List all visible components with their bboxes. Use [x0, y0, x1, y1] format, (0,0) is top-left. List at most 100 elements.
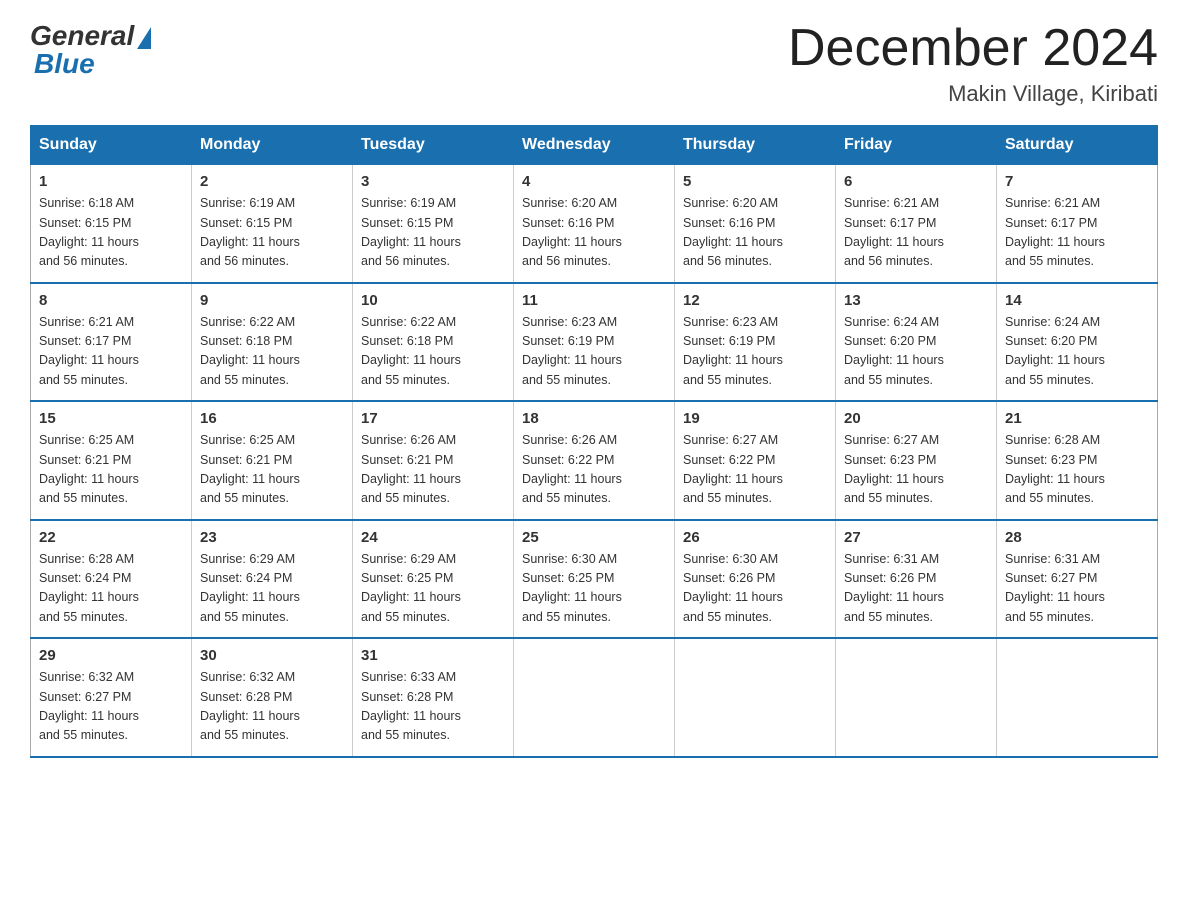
calendar-week-row: 22 Sunrise: 6:28 AM Sunset: 6:24 PM Dayl… [31, 520, 1158, 639]
day-number: 4 [522, 173, 666, 190]
page-header: General Blue December 2024 Makin Village… [30, 20, 1158, 107]
table-row: 16 Sunrise: 6:25 AM Sunset: 6:21 PM Dayl… [192, 401, 353, 520]
day-number: 21 [1005, 410, 1149, 427]
col-friday: Friday [836, 126, 997, 165]
day-info: Sunrise: 6:19 AM Sunset: 6:15 PM Dayligh… [200, 194, 344, 272]
day-info: Sunrise: 6:33 AM Sunset: 6:28 PM Dayligh… [361, 668, 505, 746]
day-number: 27 [844, 529, 988, 546]
table-row: 25 Sunrise: 6:30 AM Sunset: 6:25 PM Dayl… [514, 520, 675, 639]
day-info: Sunrise: 6:24 AM Sunset: 6:20 PM Dayligh… [1005, 313, 1149, 391]
day-number: 9 [200, 292, 344, 309]
table-row: 11 Sunrise: 6:23 AM Sunset: 6:19 PM Dayl… [514, 283, 675, 402]
day-number: 28 [1005, 529, 1149, 546]
month-title: December 2024 [788, 20, 1158, 77]
day-number: 24 [361, 529, 505, 546]
day-number: 26 [683, 529, 827, 546]
col-saturday: Saturday [997, 126, 1158, 165]
day-info: Sunrise: 6:28 AM Sunset: 6:23 PM Dayligh… [1005, 431, 1149, 509]
table-row: 26 Sunrise: 6:30 AM Sunset: 6:26 PM Dayl… [675, 520, 836, 639]
day-number: 8 [39, 292, 183, 309]
table-row: 21 Sunrise: 6:28 AM Sunset: 6:23 PM Dayl… [997, 401, 1158, 520]
day-number: 31 [361, 647, 505, 664]
table-row [675, 638, 836, 757]
day-number: 3 [361, 173, 505, 190]
day-number: 2 [200, 173, 344, 190]
table-row: 20 Sunrise: 6:27 AM Sunset: 6:23 PM Dayl… [836, 401, 997, 520]
table-row: 7 Sunrise: 6:21 AM Sunset: 6:17 PM Dayli… [997, 165, 1158, 283]
day-info: Sunrise: 6:29 AM Sunset: 6:25 PM Dayligh… [361, 550, 505, 628]
day-number: 1 [39, 173, 183, 190]
day-info: Sunrise: 6:21 AM Sunset: 6:17 PM Dayligh… [1005, 194, 1149, 272]
calendar-week-row: 1 Sunrise: 6:18 AM Sunset: 6:15 PM Dayli… [31, 165, 1158, 283]
table-row [836, 638, 997, 757]
day-info: Sunrise: 6:29 AM Sunset: 6:24 PM Dayligh… [200, 550, 344, 628]
calendar-header-row: Sunday Monday Tuesday Wednesday Thursday… [31, 126, 1158, 165]
table-row: 4 Sunrise: 6:20 AM Sunset: 6:16 PM Dayli… [514, 165, 675, 283]
location-title: Makin Village, Kiribati [788, 81, 1158, 107]
day-info: Sunrise: 6:31 AM Sunset: 6:26 PM Dayligh… [844, 550, 988, 628]
col-tuesday: Tuesday [353, 126, 514, 165]
day-number: 20 [844, 410, 988, 427]
day-number: 18 [522, 410, 666, 427]
table-row: 17 Sunrise: 6:26 AM Sunset: 6:21 PM Dayl… [353, 401, 514, 520]
table-row: 28 Sunrise: 6:31 AM Sunset: 6:27 PM Dayl… [997, 520, 1158, 639]
day-number: 17 [361, 410, 505, 427]
col-monday: Monday [192, 126, 353, 165]
table-row: 24 Sunrise: 6:29 AM Sunset: 6:25 PM Dayl… [353, 520, 514, 639]
table-row [514, 638, 675, 757]
day-number: 30 [200, 647, 344, 664]
day-number: 12 [683, 292, 827, 309]
day-number: 6 [844, 173, 988, 190]
day-info: Sunrise: 6:30 AM Sunset: 6:25 PM Dayligh… [522, 550, 666, 628]
table-row: 3 Sunrise: 6:19 AM Sunset: 6:15 PM Dayli… [353, 165, 514, 283]
col-thursday: Thursday [675, 126, 836, 165]
day-info: Sunrise: 6:20 AM Sunset: 6:16 PM Dayligh… [683, 194, 827, 272]
calendar-table: Sunday Monday Tuesday Wednesday Thursday… [30, 125, 1158, 758]
table-row: 14 Sunrise: 6:24 AM Sunset: 6:20 PM Dayl… [997, 283, 1158, 402]
day-number: 15 [39, 410, 183, 427]
day-info: Sunrise: 6:28 AM Sunset: 6:24 PM Dayligh… [39, 550, 183, 628]
day-number: 7 [1005, 173, 1149, 190]
day-info: Sunrise: 6:32 AM Sunset: 6:27 PM Dayligh… [39, 668, 183, 746]
logo-blue-text: Blue [30, 48, 95, 80]
day-number: 19 [683, 410, 827, 427]
day-info: Sunrise: 6:23 AM Sunset: 6:19 PM Dayligh… [683, 313, 827, 391]
table-row: 1 Sunrise: 6:18 AM Sunset: 6:15 PM Dayli… [31, 165, 192, 283]
table-row: 12 Sunrise: 6:23 AM Sunset: 6:19 PM Dayl… [675, 283, 836, 402]
day-info: Sunrise: 6:32 AM Sunset: 6:28 PM Dayligh… [200, 668, 344, 746]
day-info: Sunrise: 6:31 AM Sunset: 6:27 PM Dayligh… [1005, 550, 1149, 628]
day-info: Sunrise: 6:22 AM Sunset: 6:18 PM Dayligh… [361, 313, 505, 391]
table-row: 22 Sunrise: 6:28 AM Sunset: 6:24 PM Dayl… [31, 520, 192, 639]
table-row: 5 Sunrise: 6:20 AM Sunset: 6:16 PM Dayli… [675, 165, 836, 283]
table-row: 18 Sunrise: 6:26 AM Sunset: 6:22 PM Dayl… [514, 401, 675, 520]
table-row: 6 Sunrise: 6:21 AM Sunset: 6:17 PM Dayli… [836, 165, 997, 283]
day-number: 29 [39, 647, 183, 664]
day-info: Sunrise: 6:23 AM Sunset: 6:19 PM Dayligh… [522, 313, 666, 391]
day-number: 23 [200, 529, 344, 546]
table-row: 9 Sunrise: 6:22 AM Sunset: 6:18 PM Dayli… [192, 283, 353, 402]
calendar-week-row: 8 Sunrise: 6:21 AM Sunset: 6:17 PM Dayli… [31, 283, 1158, 402]
table-row: 13 Sunrise: 6:24 AM Sunset: 6:20 PM Dayl… [836, 283, 997, 402]
day-info: Sunrise: 6:27 AM Sunset: 6:22 PM Dayligh… [683, 431, 827, 509]
day-number: 11 [522, 292, 666, 309]
day-number: 22 [39, 529, 183, 546]
day-number: 5 [683, 173, 827, 190]
day-number: 16 [200, 410, 344, 427]
logo: General Blue [30, 20, 151, 80]
calendar-week-row: 29 Sunrise: 6:32 AM Sunset: 6:27 PM Dayl… [31, 638, 1158, 757]
day-info: Sunrise: 6:25 AM Sunset: 6:21 PM Dayligh… [39, 431, 183, 509]
col-wednesday: Wednesday [514, 126, 675, 165]
table-row: 8 Sunrise: 6:21 AM Sunset: 6:17 PM Dayli… [31, 283, 192, 402]
day-info: Sunrise: 6:24 AM Sunset: 6:20 PM Dayligh… [844, 313, 988, 391]
table-row: 2 Sunrise: 6:19 AM Sunset: 6:15 PM Dayli… [192, 165, 353, 283]
day-number: 10 [361, 292, 505, 309]
day-info: Sunrise: 6:22 AM Sunset: 6:18 PM Dayligh… [200, 313, 344, 391]
day-info: Sunrise: 6:30 AM Sunset: 6:26 PM Dayligh… [683, 550, 827, 628]
table-row: 27 Sunrise: 6:31 AM Sunset: 6:26 PM Dayl… [836, 520, 997, 639]
day-info: Sunrise: 6:18 AM Sunset: 6:15 PM Dayligh… [39, 194, 183, 272]
table-row [997, 638, 1158, 757]
calendar-week-row: 15 Sunrise: 6:25 AM Sunset: 6:21 PM Dayl… [31, 401, 1158, 520]
day-info: Sunrise: 6:26 AM Sunset: 6:21 PM Dayligh… [361, 431, 505, 509]
day-info: Sunrise: 6:27 AM Sunset: 6:23 PM Dayligh… [844, 431, 988, 509]
day-number: 13 [844, 292, 988, 309]
